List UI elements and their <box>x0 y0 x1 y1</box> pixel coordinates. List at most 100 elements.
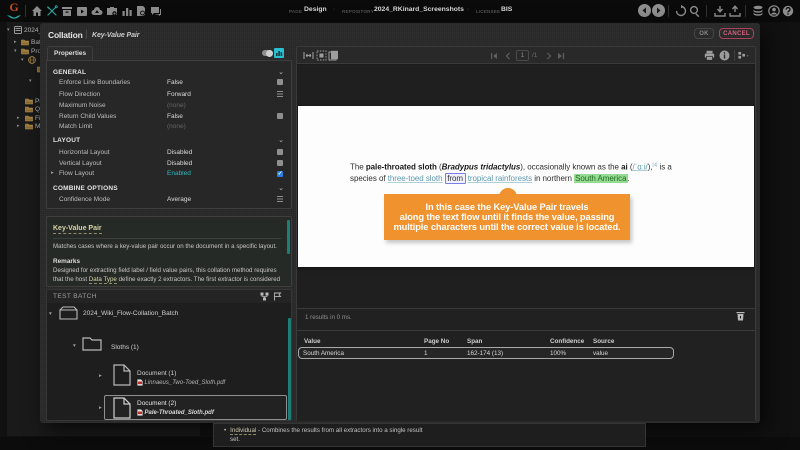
page-value[interactable]: Design <box>304 6 327 13</box>
scrollbar-thumb[interactable] <box>287 220 290 254</box>
property-row[interactable]: Vertical Layout Disabled <box>47 159 291 169</box>
tropical-rainforests-link[interactable]: tropical rainforests <box>468 174 532 183</box>
property-value[interactable]: (none) <box>167 123 186 130</box>
stats-icon[interactable] <box>121 5 133 17</box>
batches-icon[interactable] <box>61 5 73 17</box>
batch-root-label[interactable]: 2024_Wiki_Flow-Collation_Batch <box>83 310 178 317</box>
document-name[interactable]: Document (2) <box>137 400 176 407</box>
property-value[interactable]: Enabled <box>167 170 191 177</box>
home-icon[interactable] <box>31 5 43 17</box>
batch-folder-label[interactable]: Sloths (1) <box>111 344 139 351</box>
checkbox-unchecked-icon[interactable] <box>277 160 283 166</box>
flag-icon[interactable] <box>273 292 282 301</box>
checkbox-unchecked-icon[interactable] <box>277 79 283 85</box>
column-header-span[interactable]: Span <box>467 338 482 345</box>
expander-icon[interactable]: ▸ <box>99 405 105 411</box>
toolbox-icon[interactable] <box>106 5 118 17</box>
property-row[interactable]: Return Child Values False <box>47 112 291 122</box>
app-logo[interactable]: G <box>7 1 21 14</box>
dropdown-lines-icon[interactable] <box>277 196 283 202</box>
upload-icon[interactable] <box>729 5 741 17</box>
database-icon[interactable] <box>752 5 764 17</box>
property-row[interactable]: Horizontal Layout Disabled <box>47 148 291 158</box>
column-header-pageno[interactable]: Page No <box>424 338 449 345</box>
property-value[interactable]: Disabled <box>167 149 192 156</box>
checkbox-unchecked-icon[interactable] <box>277 149 283 155</box>
fit-width-icon[interactable] <box>303 50 314 61</box>
refresh-icon[interactable] <box>675 5 687 17</box>
view-mode-icon[interactable] <box>738 50 753 61</box>
next-page-icon[interactable] <box>545 52 553 60</box>
pages-icon[interactable] <box>328 50 339 61</box>
back-icon[interactable] <box>638 4 651 17</box>
expander-icon[interactable]: ▾ <box>29 79 34 84</box>
property-row[interactable]: Confidence Mode Average <box>47 195 291 205</box>
prev-page-icon[interactable] <box>504 52 512 60</box>
property-row[interactable]: Flow Direction Forward <box>47 90 291 100</box>
last-page-icon[interactable] <box>557 52 565 60</box>
user-icon[interactable] <box>768 5 780 17</box>
property-value[interactable]: Forward <box>167 91 191 98</box>
media-box-icon[interactable] <box>76 5 88 17</box>
chevron-down-icon[interactable]: ⌄ <box>278 68 284 76</box>
chevron-down-icon[interactable]: ⌄ <box>278 136 284 144</box>
expander-icon[interactable]: ▸ <box>51 170 54 176</box>
document-page[interactable]: The pale-throated sloth (Bradypus tridac… <box>298 106 754 267</box>
ok-button[interactable]: OK <box>694 28 714 39</box>
data-type-link[interactable]: Data Type <box>89 276 117 284</box>
document-viewer[interactable]: The pale-throated sloth (Bradypus tridac… <box>297 65 755 308</box>
design-tools-icon[interactable] <box>46 5 58 17</box>
expander-icon[interactable]: ▸ <box>17 124 22 129</box>
property-value[interactable]: False <box>167 79 183 86</box>
expander-icon[interactable]: ▾ <box>73 343 79 349</box>
ipa-link[interactable]: /ˈɑːi/ <box>632 162 647 171</box>
three-toed-sloth-link[interactable]: three-toed sloth <box>388 174 443 183</box>
trash-icon[interactable] <box>736 311 745 321</box>
column-header-source[interactable]: Source <box>593 338 614 345</box>
scrollbar-thumb[interactable] <box>288 318 292 421</box>
property-value[interactable]: (none) <box>167 102 186 109</box>
help-title-link[interactable]: Key-Value Pair <box>53 225 102 234</box>
checkbox-checked-icon[interactable]: ✓ <box>277 171 283 177</box>
search-icon[interactable] <box>689 5 701 17</box>
chevron-down-icon[interactable]: ⌄ <box>278 184 284 192</box>
section-combine-options[interactable]: COMBINE OPTIONS ⌄ <box>47 184 291 194</box>
document-name[interactable]: Document (1) <box>137 370 176 377</box>
tab-properties[interactable]: Properties <box>47 46 93 60</box>
individual-link[interactable]: Individual <box>230 427 256 435</box>
select-region-icon[interactable] <box>316 50 327 61</box>
section-general[interactable]: GENERAL ⌄ <box>47 68 291 78</box>
property-row[interactable]: Maximum Noise (none) <box>47 101 291 111</box>
selected-document-row[interactable] <box>104 395 287 420</box>
forward-icon[interactable] <box>652 4 665 17</box>
property-value[interactable]: False <box>167 113 183 120</box>
hierarchy-icon[interactable] <box>260 292 269 301</box>
properties-toggle[interactable] <box>262 50 273 56</box>
page-number-input[interactable]: 1 <box>516 50 529 61</box>
dropdown-lines-icon[interactable] <box>277 91 283 97</box>
help-icon[interactable] <box>782 5 794 17</box>
property-row-flow-layout[interactable]: ▸ Flow Layout Enabled ✓ <box>47 169 291 179</box>
cloud-upload-icon[interactable] <box>91 5 103 17</box>
expander-icon[interactable]: ▾ <box>14 49 19 54</box>
expander-icon[interactable]: ▸ <box>17 116 22 121</box>
column-header-value[interactable]: Value <box>304 338 320 345</box>
repository-value[interactable]: 2024_RKinard_Screenshots <box>374 6 464 13</box>
property-value[interactable]: Disabled <box>167 160 192 167</box>
cancel-button[interactable]: CANCEL <box>719 28 754 39</box>
info-icon[interactable] <box>719 50 730 61</box>
download-icon[interactable] <box>714 5 726 17</box>
first-page-icon[interactable] <box>490 52 498 60</box>
document-search-icon[interactable] <box>135 5 147 17</box>
section-layout[interactable]: LAYOUT ⌄ <box>47 136 291 146</box>
expander-icon[interactable]: ▾ <box>7 28 12 33</box>
expander-icon[interactable]: ▸ <box>14 40 19 45</box>
column-header-confidence[interactable]: Confidence <box>550 338 584 345</box>
diagnostics-icon[interactable] <box>274 48 284 58</box>
expander-icon[interactable]: ▸ <box>99 373 105 379</box>
property-row[interactable]: Enforce Line Boundaries False <box>47 78 291 88</box>
print-icon[interactable] <box>704 50 715 61</box>
expander-icon[interactable]: ▾ <box>21 58 26 63</box>
chat-icon[interactable] <box>150 5 162 17</box>
property-value[interactable]: Average <box>167 196 191 203</box>
